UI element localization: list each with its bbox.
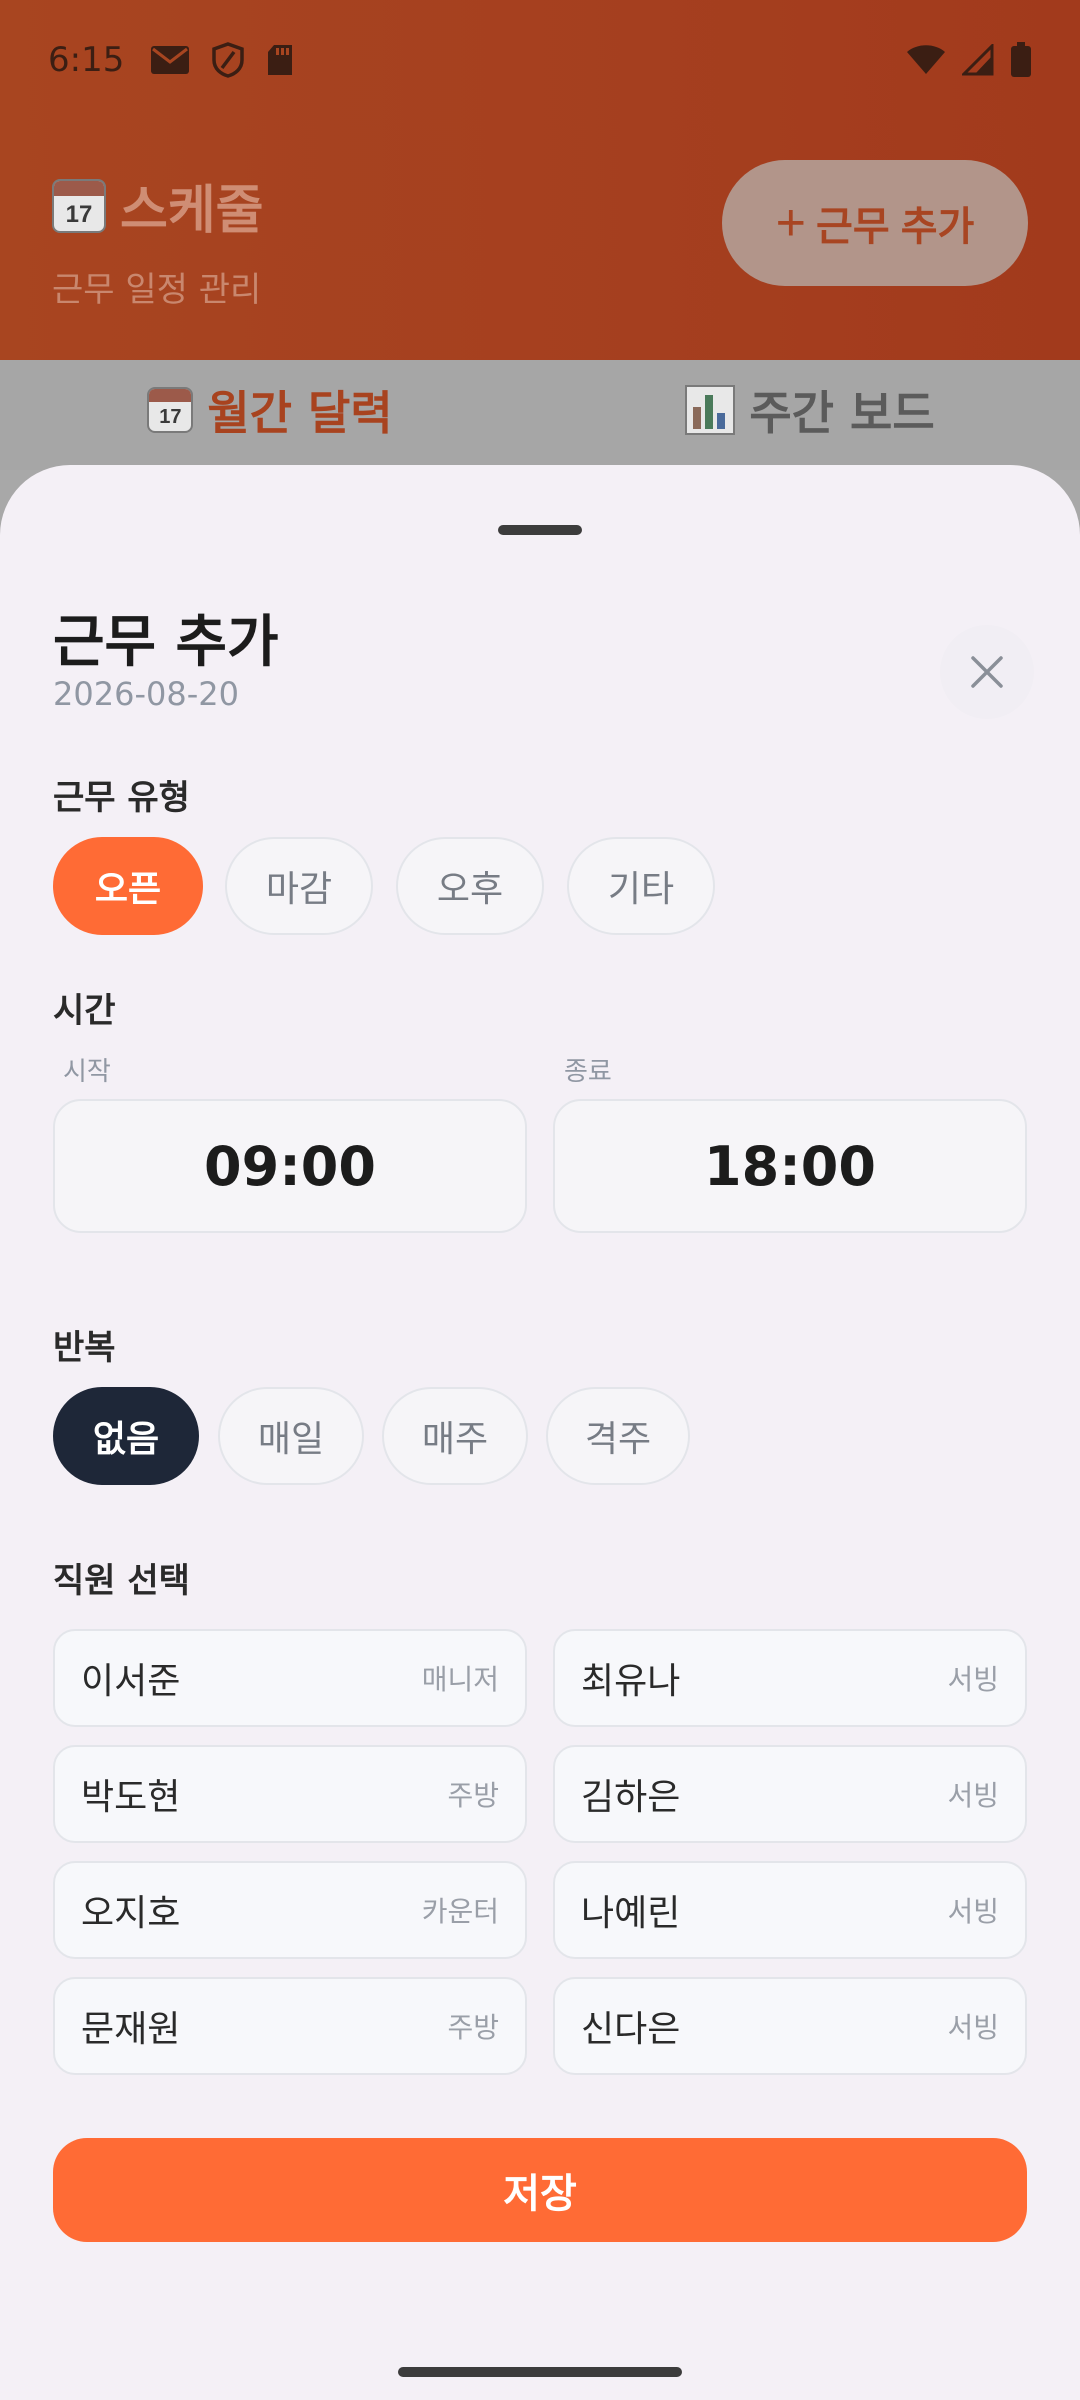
sheet-title: 근무 추가: [53, 610, 279, 675]
start-time-field[interactable]: 09:00: [53, 1099, 527, 1233]
staff-select-label: 직원 선택: [53, 1561, 190, 1601]
staff-role: 서빙: [947, 2011, 999, 2044]
repeat-label: 반복: [53, 1328, 116, 1368]
mail-icon: [151, 46, 190, 74]
staff-name: 최유나: [581, 1661, 681, 1702]
staff-role: 서빙: [947, 1779, 999, 1812]
view-tabs: 17 월간 달력 주간 보드: [0, 360, 1080, 470]
app-header: 6:15 17 스케줄 근무 일정 관리 + 근무 추가: [0, 0, 1080, 360]
start-time-label: 시작: [63, 1057, 111, 1087]
tab-label: 월간 달력: [207, 386, 393, 440]
shift-type-chip-close[interactable]: 마감: [225, 837, 373, 935]
repeat-chip-weekly[interactable]: 매주: [382, 1387, 528, 1485]
shift-type-chip-afternoon[interactable]: 오후: [396, 837, 544, 935]
status-time: 6:15: [48, 40, 125, 80]
staff-role: 카운터: [421, 1895, 499, 1928]
sd-card-icon: [268, 45, 293, 75]
staff-name: 김하은: [581, 1777, 681, 1818]
end-time-label: 종료: [564, 1057, 612, 1087]
page-title-text: 스케줄: [120, 181, 264, 241]
drag-handle[interactable]: [498, 525, 582, 535]
staff-name: 문재원: [81, 2009, 181, 2050]
staff-role: 주방: [447, 1779, 499, 1812]
staff-role: 주방: [447, 2011, 499, 2044]
calendar-emoji-icon: 17: [147, 387, 194, 433]
shift-type-chip-other[interactable]: 기타: [567, 837, 715, 935]
shift-type-label: 근무 유형: [53, 778, 190, 818]
staff-card[interactable]: 최유나 서빙: [553, 1629, 1027, 1727]
end-time-field[interactable]: 18:00: [553, 1099, 1027, 1233]
tab-label: 주간 보드: [749, 386, 935, 440]
shift-type-chip-open[interactable]: 오픈: [53, 837, 203, 935]
wifi-icon: [907, 45, 945, 74]
add-shift-sheet: 근무 추가 2026-08-20 근무 유형 오픈 마감 오후 기타 시간 시작…: [0, 465, 1080, 2400]
page-subtitle: 근무 일정 관리: [52, 270, 262, 310]
calendar-emoji-icon: 17: [52, 178, 106, 233]
staff-card[interactable]: 문재원 주방: [53, 1977, 527, 2075]
status-bar: 6:15: [0, 0, 1080, 120]
save-button[interactable]: 저장: [53, 2138, 1027, 2242]
repeat-chip-biweekly[interactable]: 격주: [546, 1387, 690, 1485]
staff-card[interactable]: 김하은 서빙: [553, 1745, 1027, 1843]
plus-icon: +: [775, 194, 807, 252]
staff-card[interactable]: 나예린 서빙: [553, 1861, 1027, 1959]
add-shift-button-label: 근무 추가: [816, 205, 975, 249]
staff-card[interactable]: 오지호 카운터: [53, 1861, 527, 1959]
shield-icon: [212, 42, 245, 78]
staff-card[interactable]: 이서준 매니저: [53, 1629, 527, 1727]
staff-card[interactable]: 박도현 주방: [53, 1745, 527, 1843]
repeat-chip-none[interactable]: 없음: [53, 1387, 199, 1485]
repeat-chip-daily[interactable]: 매일: [218, 1387, 364, 1485]
close-icon: [971, 656, 1003, 688]
staff-name: 이서준: [81, 1661, 181, 1702]
page-title: 17 스케줄: [52, 168, 264, 243]
signal-icon: [962, 44, 994, 76]
bar-chart-emoji-icon: [685, 385, 736, 435]
staff-name: 신다은: [581, 2009, 681, 2050]
close-button[interactable]: [940, 625, 1034, 719]
staff-name: 오지호: [81, 1893, 181, 1934]
sheet-date: 2026-08-20: [53, 675, 239, 713]
home-indicator: [398, 2367, 682, 2377]
battery-icon: [1011, 42, 1031, 77]
staff-card[interactable]: 신다은 서빙: [553, 1977, 1027, 2075]
staff-role: 매니저: [421, 1663, 499, 1696]
tab-weekly-board[interactable]: 주간 보드: [540, 360, 1080, 470]
add-shift-button[interactable]: + 근무 추가: [722, 160, 1028, 286]
staff-name: 박도현: [81, 1777, 181, 1818]
staff-role: 서빙: [947, 1663, 999, 1696]
time-label: 시간: [53, 991, 116, 1031]
staff-name: 나예린: [581, 1893, 681, 1934]
tab-monthly-calendar[interactable]: 17 월간 달력: [0, 360, 540, 470]
staff-role: 서빙: [947, 1895, 999, 1928]
